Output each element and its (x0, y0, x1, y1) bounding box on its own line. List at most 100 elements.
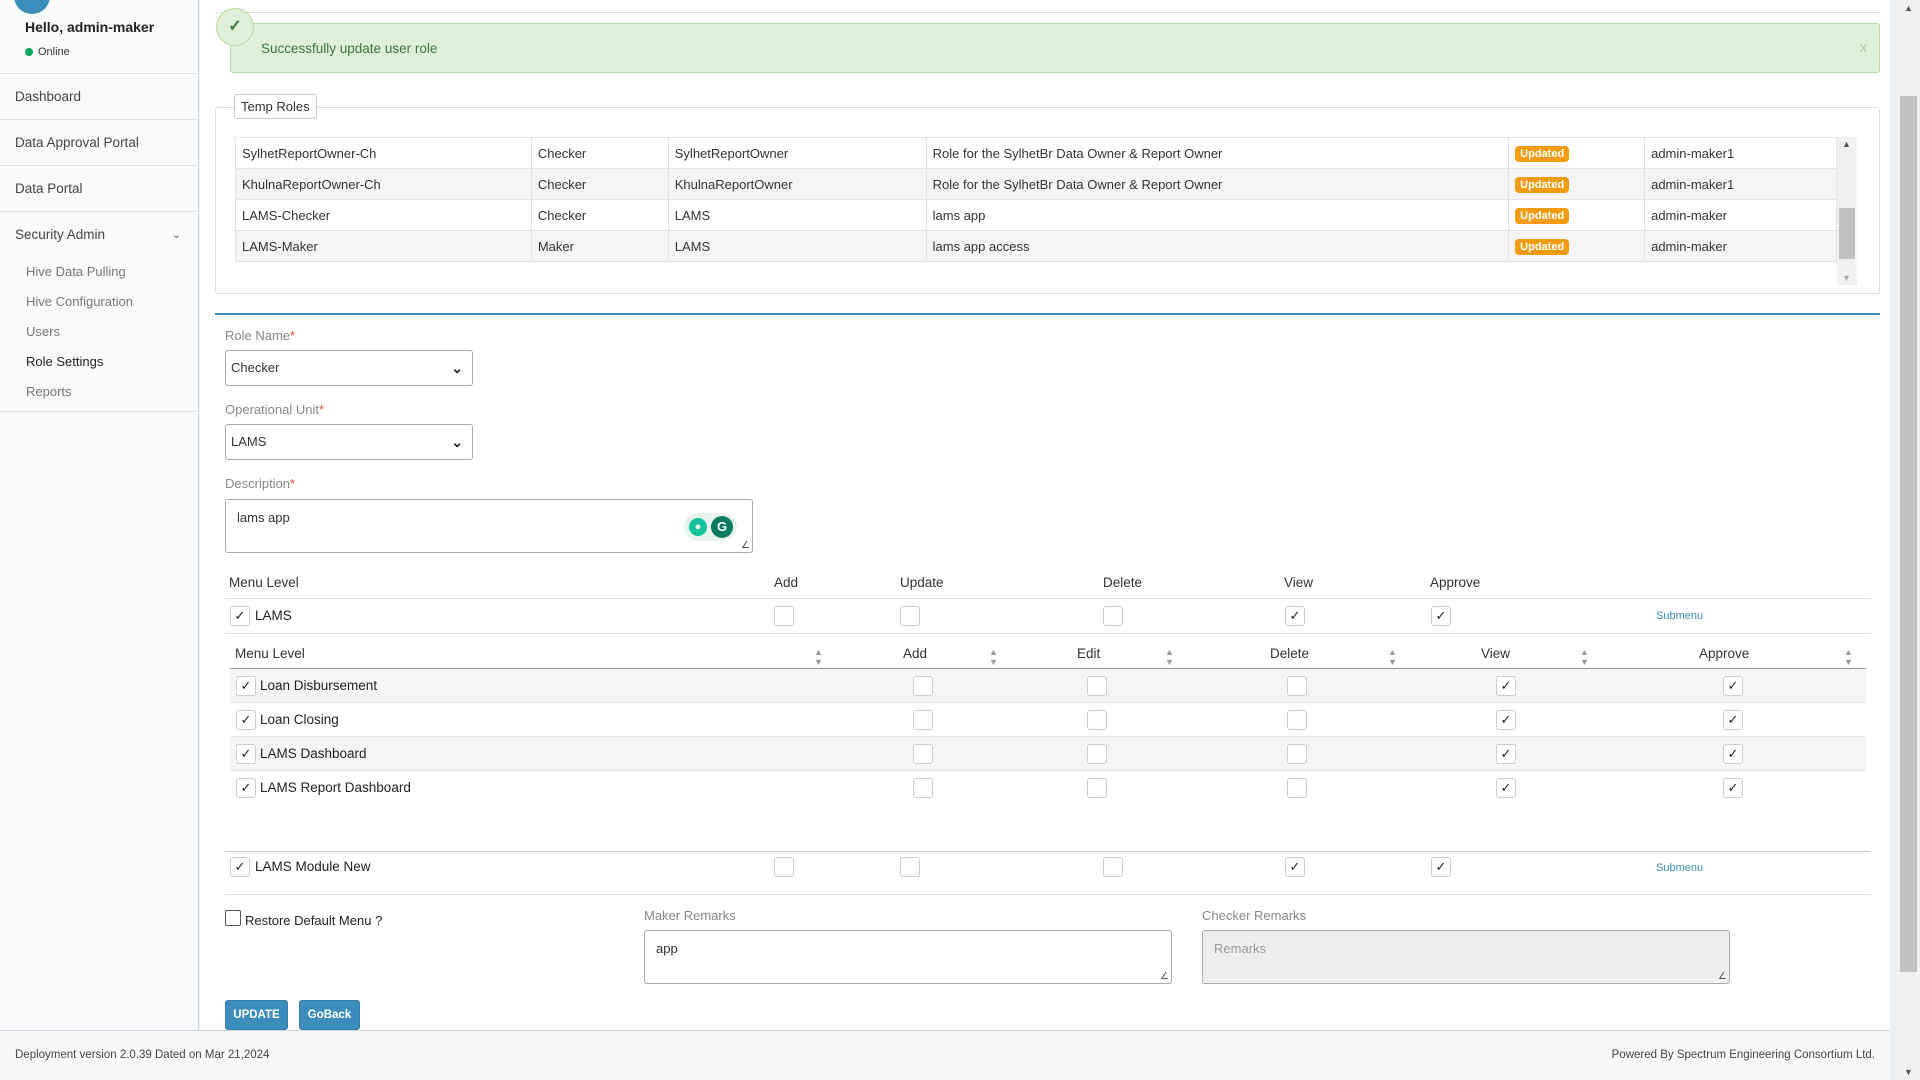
footer: Deployment version 2.0.39 Dated on Mar 2… (0, 1030, 1890, 1080)
submenu-approve-header[interactable]: Approve (1699, 646, 1749, 661)
table-row[interactable]: ✓ LAMS Report Dashboard ✓ ✓ (230, 771, 1866, 805)
submenu-checkbox[interactable]: ✓ (236, 744, 256, 764)
submenu-approve-checkbox[interactable]: ✓ (1723, 778, 1743, 798)
submenu-edit-checkbox[interactable] (1087, 744, 1107, 764)
submenu-menu-level-header[interactable]: Menu Level (235, 646, 305, 661)
submenu-view-header[interactable]: View (1481, 646, 1510, 661)
submenu-checkbox[interactable]: ✓ (236, 778, 256, 798)
scroll-thumb[interactable] (1839, 208, 1855, 259)
operational-unit-select[interactable]: LAMS ⌄ (225, 424, 473, 460)
required-marker: * (318, 402, 325, 417)
menu-lams-update-checkbox[interactable] (900, 606, 920, 626)
submenu-approve-checkbox[interactable]: ✓ (1723, 710, 1743, 730)
maker-remarks-textarea[interactable]: app ∠ (644, 930, 1172, 984)
resize-handle-icon[interactable]: ∠ (741, 540, 750, 551)
page-scrollbar[interactable]: ▲ ▼ (1897, 0, 1920, 1080)
submenu-edit-header[interactable]: Edit (1077, 646, 1100, 661)
submenu-delete-checkbox[interactable] (1287, 676, 1307, 696)
sidebar-item-reports[interactable]: Reports (0, 377, 199, 407)
sort-icon[interactable]: ▲ ▼ (1580, 647, 1589, 667)
goback-button[interactable]: GoBack (299, 1000, 360, 1030)
restore-default-checkbox[interactable] (225, 910, 241, 926)
grammarly-widget[interactable]: ● G (684, 513, 737, 541)
submenu-add-checkbox[interactable] (913, 710, 933, 730)
sort-icon[interactable]: ▲ ▼ (814, 647, 823, 667)
menu-lams-view-checkbox[interactable]: ✓ (1285, 606, 1305, 626)
success-alert: Successfully update user role x (230, 23, 1880, 73)
table-row[interactable]: ✓ Loan Disbursement ✓ ✓ (230, 669, 1866, 703)
role-name-select[interactable]: Checker ⌄ (225, 350, 473, 386)
menu-lams-checkbox[interactable]: ✓ (230, 606, 250, 626)
temp-roles-scrollbar[interactable]: ▲ ▼ (1837, 137, 1857, 285)
menu-lams-module-new-submenu-link[interactable]: Submenu (1656, 862, 1703, 874)
description-label: Description* (225, 476, 295, 491)
nav-item-data-portal[interactable]: Data Portal (0, 165, 199, 211)
scroll-down-icon[interactable]: ▼ (1842, 273, 1851, 283)
nav-item-dashboard[interactable]: Dashboard (0, 73, 199, 119)
chevron-down-icon: ⌄ (171, 229, 181, 241)
lightbulb-icon[interactable]: ● (689, 518, 707, 536)
table-row[interactable]: ✓ Loan Closing ✓ ✓ (230, 703, 1866, 737)
update-button[interactable]: UPDATE (225, 1000, 288, 1030)
sidebar-item-hive-data-pulling[interactable]: Hive Data Pulling (0, 257, 199, 287)
menu-lams-module-new-update-checkbox[interactable] (900, 857, 920, 877)
menu-lams-module-new-delete-checkbox[interactable] (1103, 857, 1123, 877)
grammarly-icon[interactable]: G (711, 516, 733, 538)
page-scroll-thumb[interactable] (1900, 96, 1917, 972)
status-badge: Updated (1515, 176, 1570, 193)
submenu-add-checkbox[interactable] (913, 676, 933, 696)
submenu-edit-checkbox[interactable] (1087, 676, 1107, 696)
checker-remarks-label: Checker Remarks (1202, 908, 1307, 923)
submenu-view-checkbox[interactable]: ✓ (1496, 744, 1516, 764)
menu-lams-submenu-link[interactable]: Submenu (1656, 610, 1703, 622)
resize-handle-icon[interactable]: ∠ (1160, 971, 1169, 982)
menu-lams-module-new-add-checkbox[interactable] (774, 857, 794, 877)
sort-icon[interactable]: ▲ ▼ (1165, 647, 1174, 667)
sort-icon[interactable]: ▲ ▼ (1844, 647, 1853, 667)
table-row[interactable]: SylhetReportOwner-Ch Checker SylhetRepor… (235, 137, 1837, 169)
submenu-add-checkbox[interactable] (913, 778, 933, 798)
submenu-approve-checkbox[interactable]: ✓ (1723, 744, 1743, 764)
online-status: Online (25, 46, 70, 58)
submenu-delete-checkbox[interactable] (1287, 744, 1307, 764)
submenu-checkbox[interactable]: ✓ (236, 676, 256, 696)
scroll-up-icon[interactable]: ▲ (1842, 139, 1851, 149)
nav-item-data-approval-portal[interactable]: Data Approval Portal (0, 119, 199, 165)
submenu-view-checkbox[interactable]: ✓ (1496, 676, 1516, 696)
sidebar-item-hive-configuration[interactable]: Hive Configuration (0, 287, 199, 317)
table-row[interactable]: ✓ LAMS Dashboard ✓ ✓ (230, 737, 1866, 771)
menu-lams-approve-checkbox[interactable]: ✓ (1431, 606, 1451, 626)
table-row[interactable]: LAMS-Maker Maker LAMS lams app access Up… (235, 230, 1837, 262)
nav-item-security-admin[interactable]: Security Admin ⌄ (0, 211, 199, 257)
sidebar-item-users[interactable]: Users (0, 317, 199, 347)
nav-security-label: Security Admin (15, 227, 106, 242)
submenu-checkbox[interactable]: ✓ (236, 710, 256, 730)
submenu-view-checkbox[interactable]: ✓ (1496, 778, 1516, 798)
menu-lams-add-checkbox[interactable] (774, 606, 794, 626)
menu-lams-module-new-approve-checkbox[interactable]: ✓ (1431, 857, 1451, 877)
scroll-down-icon[interactable]: ▼ (1904, 1067, 1913, 1077)
close-icon[interactable]: x (1860, 39, 1867, 55)
role-user-cell: admin-maker (1644, 230, 1837, 262)
submenu-edit-checkbox[interactable] (1087, 710, 1107, 730)
submenu-delete-checkbox[interactable] (1287, 710, 1307, 730)
sidebar-item-role-settings[interactable]: Role Settings (0, 347, 199, 377)
scroll-up-icon[interactable]: ▲ (1904, 3, 1913, 13)
submenu-add-header[interactable]: Add (903, 646, 927, 661)
description-textarea[interactable]: lams app ● G ∠ (225, 499, 753, 553)
submenu-approve-checkbox[interactable]: ✓ (1723, 676, 1743, 696)
table-row[interactable]: KhulnaReportOwner-Ch Checker KhulnaRepor… (235, 168, 1837, 200)
restore-default-label[interactable]: Restore Default Menu ? (245, 913, 382, 928)
menu-lams-module-new-checkbox[interactable]: ✓ (230, 857, 250, 877)
submenu-view-checkbox[interactable]: ✓ (1496, 710, 1516, 730)
submenu-delete-header[interactable]: Delete (1270, 646, 1309, 661)
submenu-edit-checkbox[interactable] (1087, 778, 1107, 798)
sort-icon[interactable]: ▲ ▼ (1388, 647, 1397, 667)
menu-lams-delete-checkbox[interactable] (1103, 606, 1123, 626)
required-marker: * (290, 476, 296, 491)
menu-lams-module-new-view-checkbox[interactable]: ✓ (1285, 857, 1305, 877)
sort-icon[interactable]: ▲ ▼ (989, 647, 998, 667)
submenu-delete-checkbox[interactable] (1287, 778, 1307, 798)
submenu-add-checkbox[interactable] (913, 744, 933, 764)
table-row[interactable]: LAMS-Checker Checker LAMS lams app Updat… (235, 199, 1837, 231)
